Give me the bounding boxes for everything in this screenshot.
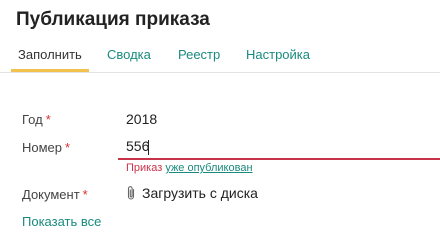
number-required-mark: * [65,140,71,155]
tab-registry[interactable]: Реестр [178,47,220,62]
year-required-mark: * [45,112,51,127]
already-published-link[interactable]: уже опубликован [165,162,252,174]
paperclip-icon [127,186,135,200]
number-label-row: Номер * [22,140,70,155]
number-input[interactable] [126,138,426,154]
document-label-row: Документ * [22,187,88,202]
tab-summary[interactable]: Сводка [107,47,151,62]
upload-label: Загрузить с диска [142,185,258,201]
show-all-link[interactable]: Показать все [22,214,101,229]
tab-fill[interactable]: Заполнить [18,47,82,62]
text-caret [148,140,149,155]
document-label: Документ [22,187,80,202]
year-label-row: Год * [22,112,51,127]
page-title: Публикация приказа [16,9,210,30]
tab-settings[interactable]: Настройка [246,47,310,62]
document-required-mark: * [82,187,88,202]
number-label: Номер [22,140,63,155]
number-field[interactable] [118,136,440,160]
error-prefix: Приказ [126,162,163,174]
year-label: Год [22,112,43,127]
tab-bar: Заполнить Сводка Реестр Настройка [0,40,440,73]
year-value[interactable]: 2018 [126,111,157,127]
number-error-message: Приказ уже опубликован [126,162,253,174]
active-tab-indicator [11,69,89,72]
